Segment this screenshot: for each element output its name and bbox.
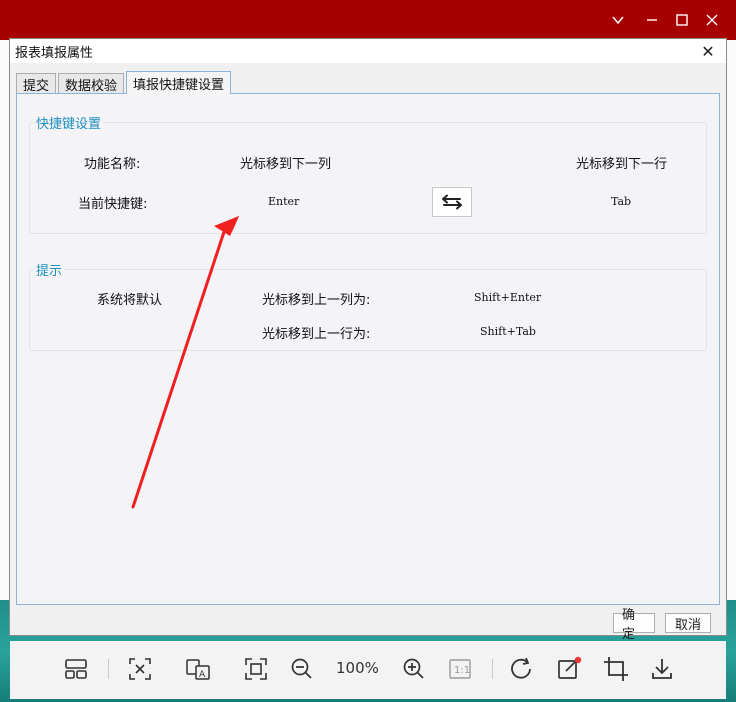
- ok-button[interactable]: 确定: [613, 608, 655, 642]
- tab-panel: 快捷键设置 功能名称: 光标移到下一列 光标移到下一行 当前快捷键: Enter…: [16, 93, 720, 605]
- zoom-out-icon[interactable]: [288, 655, 316, 683]
- tab-data-validation[interactable]: 数据校验: [58, 73, 125, 94]
- tab-submit[interactable]: 提交: [16, 73, 57, 94]
- actual-size-icon[interactable]: 1:1: [446, 655, 474, 683]
- swap-icon: [442, 194, 462, 210]
- dialog-close-icon[interactable]: ✕: [698, 41, 718, 61]
- dialog-title: 报表填报属性: [15, 45, 94, 61]
- close-icon[interactable]: [702, 10, 722, 30]
- translate-icon[interactable]: A: [184, 655, 212, 683]
- next-row-key[interactable]: Tab: [611, 195, 631, 208]
- edit-icon[interactable]: [556, 655, 584, 683]
- toolbar-separator: [492, 659, 493, 679]
- crop-icon[interactable]: [602, 655, 630, 683]
- zoom-level: 100%: [336, 659, 379, 677]
- zoom-in-icon[interactable]: [400, 655, 428, 683]
- report-fill-properties-dialog: 报表填报属性 ✕ 提交 数据校验 填报快捷键设置 快捷键设置 功能名称: 光标移…: [9, 38, 727, 642]
- hint-group-title: 提示: [34, 260, 65, 279]
- svg-text:A: A: [199, 670, 206, 680]
- download-icon[interactable]: [648, 655, 676, 683]
- minimize-icon[interactable]: [642, 10, 662, 30]
- dialog-titlebar: 报表填报属性: [10, 39, 726, 63]
- shortcut-group-title: 快捷键设置: [34, 113, 104, 132]
- toolbar-separator: [108, 659, 109, 679]
- tab-bar: 提交 数据校验 填报快捷键设置: [16, 71, 233, 94]
- next-column-name: 光标移到下一列: [240, 157, 332, 172]
- function-name-label: 功能名称:: [84, 157, 141, 172]
- tab-shortcut-settings[interactable]: 填报快捷键设置: [126, 71, 232, 94]
- prev-column-key: Shift+Enter: [474, 291, 542, 304]
- prev-row-label: 光标移到上一行为:: [262, 327, 371, 342]
- chevron-down-icon[interactable]: [608, 10, 628, 30]
- viewer-toolbar: A 100% 1:1: [10, 641, 726, 699]
- system-default-text: 系统将默认: [97, 293, 163, 308]
- fit-icon[interactable]: [126, 655, 154, 683]
- svg-text:1:1: 1:1: [454, 665, 470, 676]
- shortcut-settings-group: 快捷键设置 功能名称: 光标移到下一列 光标移到下一行 当前快捷键: Enter…: [29, 113, 707, 234]
- swap-shortcuts-button[interactable]: [432, 187, 472, 217]
- prev-row-key: Shift+Tab: [480, 325, 536, 338]
- current-shortcut-label: 当前快捷键:: [78, 197, 148, 212]
- cancel-button[interactable]: 取消: [665, 613, 711, 633]
- next-row-name: 光标移到下一行: [576, 157, 668, 172]
- maximize-icon[interactable]: [672, 10, 692, 30]
- prev-column-label: 光标移到上一列为:: [262, 293, 371, 308]
- hint-group: 提示 系统将默认 光标移到上一列为: Shift+Enter 光标移到上一行为:…: [29, 260, 707, 351]
- next-column-key[interactable]: Enter: [268, 195, 299, 208]
- viewer-titlebar: [0, 0, 736, 40]
- layout-icon[interactable]: [62, 655, 90, 683]
- fullscreen-icon[interactable]: [242, 655, 270, 683]
- rotate-icon[interactable]: [508, 655, 536, 683]
